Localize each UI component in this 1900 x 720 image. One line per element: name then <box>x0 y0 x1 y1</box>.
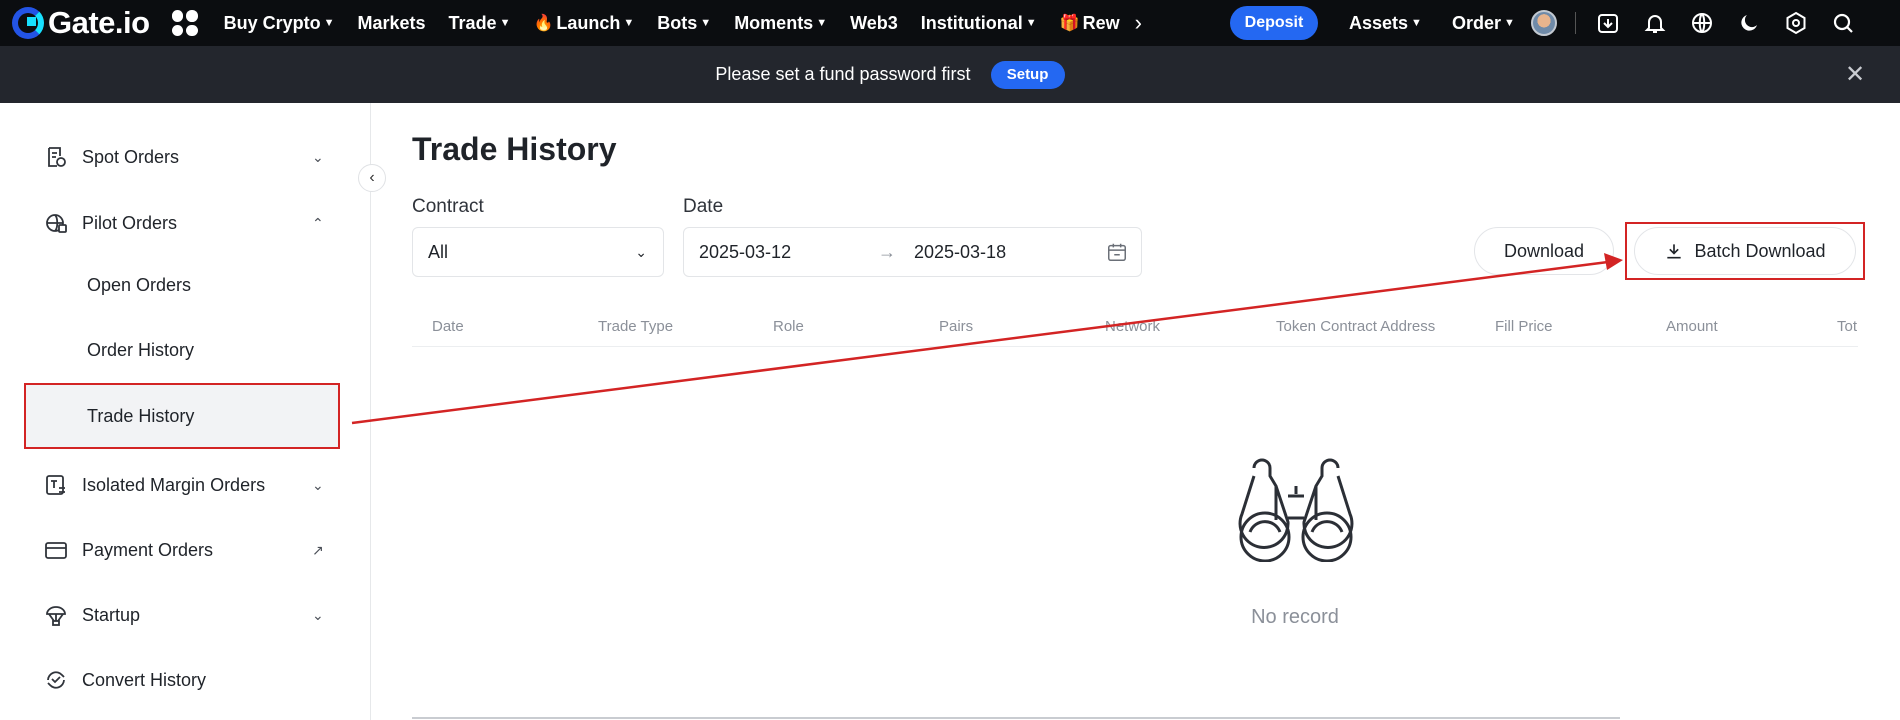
calendar-icon[interactable] <box>1106 241 1128 263</box>
gate-logo-icon <box>12 7 44 39</box>
avatar[interactable] <box>1530 10 1557 36</box>
sidebar-item-label: Startup <box>82 604 141 625</box>
nav-markets[interactable]: Markets <box>358 13 426 34</box>
col-total: Tot <box>1837 318 1858 335</box>
nav-order[interactable]: Order ▼ <box>1452 13 1515 34</box>
date-label: Date <box>683 196 724 217</box>
apps-grid-icon[interactable] <box>171 10 198 36</box>
collapse-sidebar-button[interactable]: ‹ <box>358 164 386 192</box>
nav-rewards[interactable]: 🎁 Rew <box>1060 13 1120 34</box>
nav-moments[interactable]: Moments ▼ <box>734 13 827 34</box>
external-link-icon: ↗ <box>312 541 324 558</box>
chevron-down-icon: ⌄ <box>312 606 324 623</box>
col-token-contract-address: Token Contract Address <box>1276 318 1436 335</box>
nav-web3[interactable]: Web3 <box>850 13 898 34</box>
table-header: Date Trade Type Role Pairs Network Token… <box>412 305 1858 347</box>
sidebar-item-label: Convert History <box>82 669 207 690</box>
flame-icon: 🔥 <box>533 15 554 32</box>
date-range-picker[interactable]: 2025-03-12 → 2025-03-18 <box>683 227 1142 277</box>
sidebar-item-label: Order History <box>87 339 195 360</box>
col-date: Date <box>432 318 464 335</box>
caret-down-icon: ▼ <box>1411 17 1422 29</box>
nav-launch[interactable]: 🔥 Launch ▼ <box>533 13 634 34</box>
logo-text: Gate.io <box>48 5 150 40</box>
download-button[interactable]: Download <box>1474 227 1614 275</box>
chevron-left-icon: ‹ <box>369 169 375 186</box>
caret-down-icon: ▼ <box>1025 17 1037 29</box>
sidebar-item-label: Spot Orders <box>82 146 180 167</box>
sidebar-item-label: Payment Orders <box>82 539 214 560</box>
nav-trade[interactable]: Trade ▼ <box>449 13 511 34</box>
settings-hex-icon[interactable] <box>1782 9 1810 37</box>
contract-label: Contract <box>412 196 484 217</box>
convert-history-icon <box>47 671 65 689</box>
pilot-orders-icon <box>46 214 67 233</box>
sidebar-item-pilot-orders[interactable]: Pilot Orders ⌃ <box>0 198 370 248</box>
moon-icon[interactable] <box>1735 9 1763 37</box>
nav-bots[interactable]: Bots ▼ <box>657 13 711 34</box>
sidebar-item-spot-orders[interactable]: Spot Orders ⌄ <box>0 132 370 182</box>
sidebar-item-label: Trade History <box>87 405 195 426</box>
divider <box>412 717 1620 719</box>
banner-text: Please set a fund password first <box>715 64 971 84</box>
chevron-up-icon: ⌃ <box>312 214 324 231</box>
empty-state-text: No record <box>1251 606 1339 628</box>
margin-orders-icon <box>46 475 65 495</box>
col-fill-price: Fill Price <box>1495 318 1553 335</box>
sidebar-item-label: Isolated Margin Orders <box>82 474 266 495</box>
chevron-down-icon: ⌄ <box>312 148 324 165</box>
fund-password-banner: Please set a fund password first Setup ✕ <box>0 46 1900 103</box>
spot-orders-icon <box>48 147 66 167</box>
caret-down-icon: ▼ <box>623 17 635 29</box>
deposit-button[interactable]: Deposit <box>1230 6 1318 40</box>
sidebar-item-startup[interactable]: Startup ⌄ <box>0 590 370 640</box>
date-to[interactable]: 2025-03-18 <box>914 242 1006 263</box>
setup-button[interactable]: Setup <box>990 60 1065 89</box>
gift-icon: 🎁 <box>1059 15 1080 32</box>
sidebar-item-label: Pilot Orders <box>82 212 178 233</box>
caret-down-icon: ▼ <box>816 17 828 29</box>
col-role: Role <box>773 318 804 335</box>
gate-logo[interactable]: Gate.io <box>12 5 150 41</box>
nav-institutional[interactable]: Institutional ▼ <box>921 13 1037 34</box>
payment-orders-icon <box>45 542 67 559</box>
caret-down-icon: ▼ <box>1503 17 1515 29</box>
binoculars-icon <box>1238 458 1354 562</box>
close-icon[interactable]: ✕ <box>1845 60 1865 89</box>
search-icon[interactable] <box>1829 9 1857 37</box>
nav-divider <box>1574 12 1576 34</box>
sidebar: Spot Orders ⌄ Pilot Orders ⌃ Open Orders… <box>0 103 371 720</box>
sidebar-item-convert-history[interactable]: Convert History <box>0 655 370 705</box>
bell-icon[interactable] <box>1641 9 1669 37</box>
chevron-down-icon: ⌄ <box>312 476 324 493</box>
arrow-right-icon: → <box>878 242 896 262</box>
nav-assets[interactable]: Assets ▼ <box>1349 13 1422 34</box>
caret-down-icon: ▼ <box>700 17 712 29</box>
batch-download-highlight <box>1625 222 1865 280</box>
col-amount: Amount <box>1666 318 1718 335</box>
sidebar-subitem-trade-history[interactable]: Trade History <box>24 383 340 449</box>
sidebar-item-payment-orders[interactable]: Payment Orders ↗ <box>0 525 370 575</box>
caret-down-icon: ▼ <box>323 17 335 29</box>
page-title: Trade History <box>412 131 617 167</box>
sidebar-item-isolated-margin-orders[interactable]: Isolated Margin Orders ⌄ <box>0 460 370 510</box>
startup-icon <box>46 606 66 626</box>
sidebar-subitem-order-history[interactable]: Order History <box>0 325 370 375</box>
top-nav: Gate.io Buy Crypto ▼ Markets Trade ▼ 🔥 Laun… <box>0 0 1900 46</box>
col-network: Network <box>1105 318 1161 335</box>
date-from[interactable]: 2025-03-12 <box>699 242 791 263</box>
col-trade-type: Trade Type <box>598 318 674 335</box>
sidebar-item-label: Open Orders <box>87 274 192 295</box>
caret-down-icon: ▼ <box>499 17 511 29</box>
globe-icon[interactable] <box>1688 9 1716 37</box>
sidebar-subitem-open-orders[interactable]: Open Orders <box>0 260 370 310</box>
contract-select[interactable]: All ⌄ <box>412 227 664 277</box>
nav-buy-crypto[interactable]: Buy Crypto ▼ <box>224 13 335 34</box>
contract-value: All <box>428 241 449 262</box>
nav-scroll-right-icon[interactable]: › <box>1135 10 1142 36</box>
chevron-down-icon: ⌄ <box>635 243 647 260</box>
col-pairs: Pairs <box>939 318 974 335</box>
download-app-icon[interactable] <box>1594 9 1622 37</box>
